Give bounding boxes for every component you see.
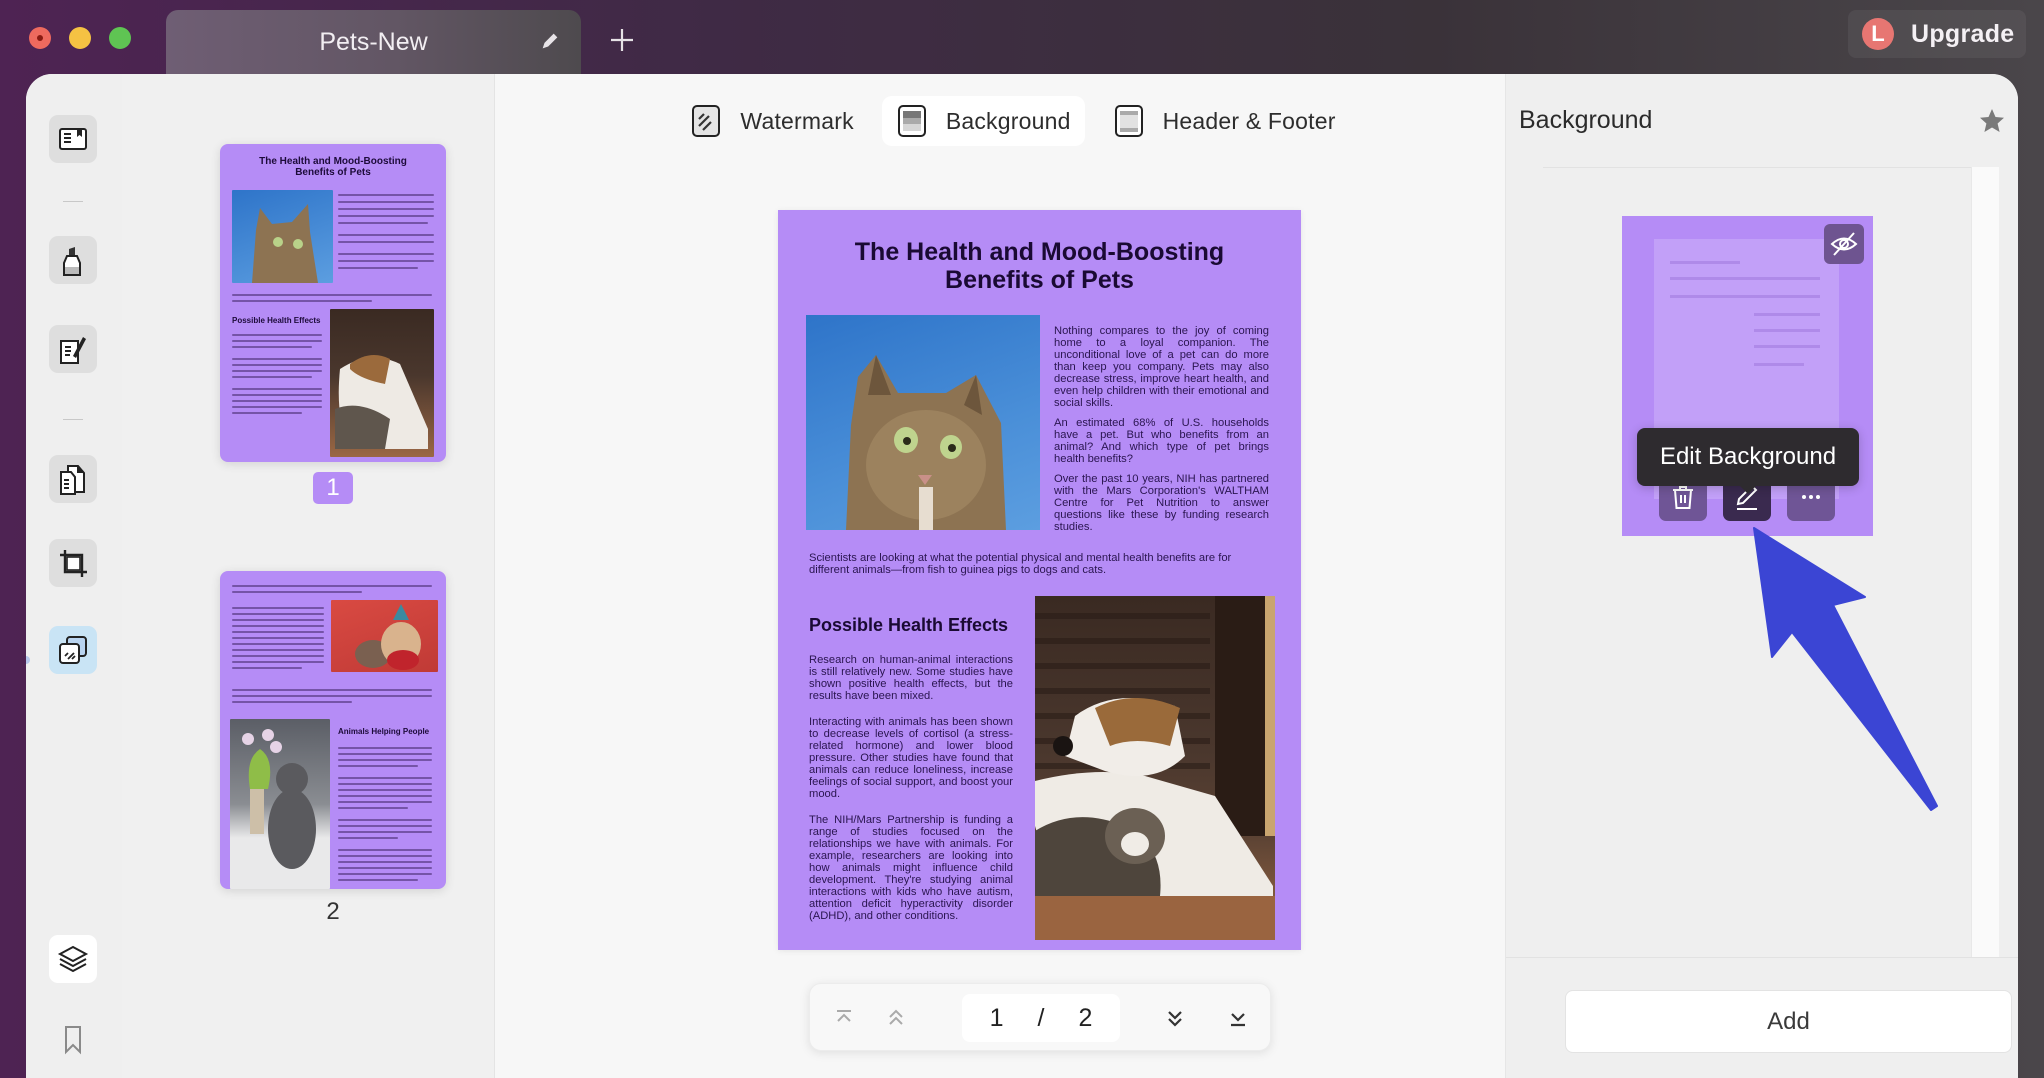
layers-button[interactable] (49, 935, 97, 983)
bookmark-icon (65, 1026, 81, 1055)
watermark-icon (692, 105, 721, 137)
last-page-button[interactable] (1224, 1004, 1252, 1032)
tab-label: Watermark (740, 107, 854, 134)
left-toolbar (26, 74, 122, 1078)
thumbnail-heading: Animals Helping People (338, 727, 430, 736)
page-tools-button[interactable] (49, 626, 97, 674)
comment-tool-button[interactable] (49, 236, 97, 284)
background-panel: Background Edit Background Add (1505, 74, 2018, 1078)
background-icon (897, 105, 926, 137)
toolbar-divider (63, 201, 83, 202)
tab-background[interactable]: Background (881, 96, 1085, 146)
new-tab-button[interactable] (608, 26, 636, 54)
rename-pencil-icon[interactable] (539, 30, 561, 52)
hide-background-button[interactable] (1824, 224, 1864, 264)
total-pages: 2 (1078, 1003, 1093, 1032)
upgrade-button[interactable]: L Upgrade (1848, 10, 2026, 58)
book-icon (59, 128, 87, 150)
reader-tool-button[interactable] (49, 115, 97, 163)
cat-photo (806, 315, 1040, 530)
thumbnail-page-number[interactable]: 1 (313, 472, 353, 504)
thumbnail-title: The Health and Mood-Boosting Benefits of… (259, 156, 407, 178)
page-navigator: 1 / 2 (809, 983, 1271, 1051)
app-window: The Health and Mood-Boosting Benefits of… (26, 74, 2018, 1078)
edit-background-tooltip: Edit Background (1637, 428, 1859, 494)
cat-thumbnail-image (232, 190, 333, 283)
organize-tool-button[interactable] (49, 455, 97, 503)
intro-text: Nothing compares to the joy of coming ho… (1054, 325, 1269, 533)
crop-icon (60, 550, 87, 577)
document-tab-title: Pets-New (319, 27, 428, 56)
tab-label: Header & Footer (1162, 107, 1336, 134)
page-thumbnail[interactable]: Animals Helping People (220, 571, 446, 889)
page-separator: / (1037, 1003, 1045, 1032)
scientists-text: Scientists are looking at what the poten… (809, 552, 1232, 576)
section-text: Research on human-animal interactions is… (809, 654, 1013, 922)
maximize-window-button[interactable] (109, 27, 131, 49)
last-page-icon (1231, 1013, 1245, 1027)
thumbnail-heading: Possible Health Effects (232, 316, 321, 325)
section-heading: Possible Health Effects (809, 615, 1009, 635)
minimize-window-button[interactable] (69, 27, 91, 49)
tab-header-footer[interactable]: Header & Footer (1099, 96, 1350, 146)
panel-divider (1506, 957, 2018, 958)
highlighter-icon (63, 247, 81, 276)
page-number-box[interactable]: 1 / 2 (962, 994, 1120, 1042)
double-chevron-down-icon (1168, 1011, 1182, 1027)
close-window-button[interactable] (29, 27, 51, 49)
header-footer-icon (1114, 105, 1143, 137)
first-page-button[interactable] (830, 1004, 858, 1032)
add-background-button[interactable]: Add (1565, 990, 2012, 1053)
avatar: L (1862, 18, 1894, 50)
document-tab[interactable]: Pets-New (166, 10, 581, 74)
eye-slash-icon (1830, 232, 1858, 256)
thumbnail-page-number[interactable]: 2 (313, 898, 353, 930)
page-thumbnail[interactable]: The Health and Mood-Boosting Benefits of… (220, 144, 446, 462)
document-page: The Health and Mood-Boosting Benefits of … (778, 210, 1301, 950)
page-tools-tabs: Watermark Background Header & Footer (495, 96, 1531, 146)
edit-tool-button[interactable] (49, 325, 97, 373)
watermark-tool-icon (59, 636, 87, 664)
trash-icon (1673, 486, 1693, 509)
upgrade-label: Upgrade (1911, 19, 2015, 48)
panel-title: Background (1519, 106, 1653, 134)
toolbar-divider (63, 419, 83, 420)
dogs-costume-thumbnail-image (331, 600, 438, 672)
first-page-icon (837, 1010, 851, 1022)
dog-thumbnail-image (330, 309, 434, 457)
favorite-star-button[interactable] (1978, 107, 2006, 135)
star-icon (1980, 109, 2004, 132)
current-page[interactable]: 1 (990, 1004, 1004, 1033)
tab-label: Background (945, 107, 1071, 134)
thumbnail-panel: The Health and Mood-Boosting Benefits of… (122, 74, 495, 1078)
document-title: The Health and Mood-Boosting Benefits of … (854, 238, 1225, 294)
next-page-button[interactable] (1161, 1004, 1189, 1032)
previous-page-button[interactable] (882, 1004, 910, 1032)
ellipsis-icon (1802, 495, 1820, 499)
cat-flowers-thumbnail-image (230, 719, 330, 889)
document-area: Watermark Background Header & Footer The… (495, 74, 1531, 1078)
edit-pdf-icon (60, 337, 86, 364)
double-chevron-up-icon (889, 1009, 903, 1025)
crop-tool-button[interactable] (49, 539, 97, 587)
panel-scrollbar[interactable] (1971, 167, 1999, 957)
pages-icon (60, 465, 85, 495)
bookmark-button[interactable] (49, 1015, 97, 1063)
panel-divider (1543, 167, 1973, 168)
active-indicator-dot (26, 656, 30, 664)
dog-and-cat-photo (1035, 596, 1275, 940)
layers-icon (57, 945, 89, 973)
tab-watermark[interactable]: Watermark (676, 96, 867, 146)
